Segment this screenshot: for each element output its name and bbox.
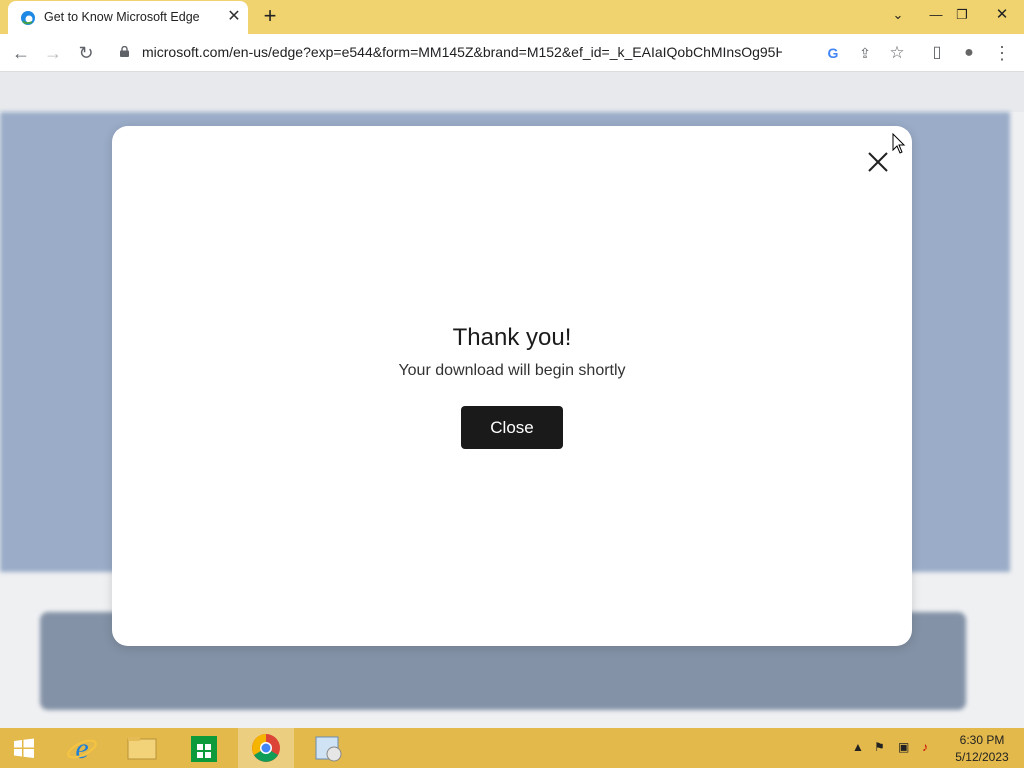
tab-title: Get to Know Microsoft Edge xyxy=(44,10,200,24)
reload-button[interactable]: ↻ xyxy=(73,40,99,66)
show-hidden-icons-icon[interactable]: ▲ xyxy=(852,740,864,754)
windows-taskbar: e ▲ ⚑ ▣ ♪ 6:30 PM 5/12/2023 xyxy=(0,728,1024,768)
chrome-icon[interactable] xyxy=(238,728,294,768)
restore-button[interactable]: ❐ xyxy=(950,4,974,26)
modal-message: Your download will begin shortly xyxy=(398,362,626,379)
lock-icon[interactable] xyxy=(120,46,129,57)
internet-explorer-icon[interactable]: e xyxy=(54,728,110,768)
side-panel-icon[interactable]: ▯ xyxy=(924,40,950,66)
browser-tab[interactable]: Get to Know Microsoft Edge ✕ xyxy=(8,1,248,34)
tab-search-button[interactable]: ⌄ xyxy=(886,4,910,26)
clock-date[interactable]: 5/12/2023 xyxy=(952,750,1012,764)
forward-button[interactable]: → xyxy=(40,40,66,66)
address-bar[interactable]: microsoft.com/en-us/edge?exp=e544&form=M… xyxy=(108,37,905,67)
volume-muted-icon[interactable]: ♪ xyxy=(922,740,928,754)
action-center-flag-icon[interactable]: ⚑ xyxy=(874,740,885,754)
browser-menu-icon[interactable]: ⋮ xyxy=(989,40,1015,66)
new-tab-button[interactable]: + xyxy=(258,4,282,28)
close-icon[interactable] xyxy=(862,146,894,178)
window-close-button[interactable]: ✕ xyxy=(990,4,1014,26)
start-button[interactable] xyxy=(4,728,44,768)
url-text[interactable]: microsoft.com/en-us/edge?exp=e544&form=M… xyxy=(142,44,782,60)
store-icon[interactable] xyxy=(176,728,232,768)
browser-titlebar: Get to Know Microsoft Edge ✕ + ⌄ — ❐ ✕ xyxy=(0,0,1024,34)
profile-icon[interactable]: ● xyxy=(956,40,982,66)
clock-time[interactable]: 6:30 PM xyxy=(952,733,1012,747)
control-panel-icon[interactable] xyxy=(300,728,356,768)
file-explorer-icon[interactable] xyxy=(114,728,170,768)
browser-toolbar: ← → ↻ microsoft.com/en-us/edge?exp=e544&… xyxy=(0,34,1024,72)
close-button[interactable]: Close xyxy=(461,406,563,449)
modal-title: Thank you! xyxy=(452,324,572,351)
share-icon[interactable]: ⇪ xyxy=(854,42,876,64)
minimize-button[interactable]: — xyxy=(924,4,948,26)
network-icon[interactable]: ▣ xyxy=(898,740,909,754)
svg-text:e: e xyxy=(75,732,88,765)
bookmark-star-icon[interactable]: ☆ xyxy=(886,42,908,64)
mouse-cursor-icon xyxy=(892,133,906,154)
edge-favicon-icon xyxy=(21,11,35,25)
download-modal: Thank you! Your download will begin shor… xyxy=(112,126,912,646)
tab-close-icon[interactable]: ✕ xyxy=(224,6,244,28)
google-lens-icon[interactable]: G xyxy=(822,42,844,64)
back-button[interactable]: ← xyxy=(8,40,34,66)
